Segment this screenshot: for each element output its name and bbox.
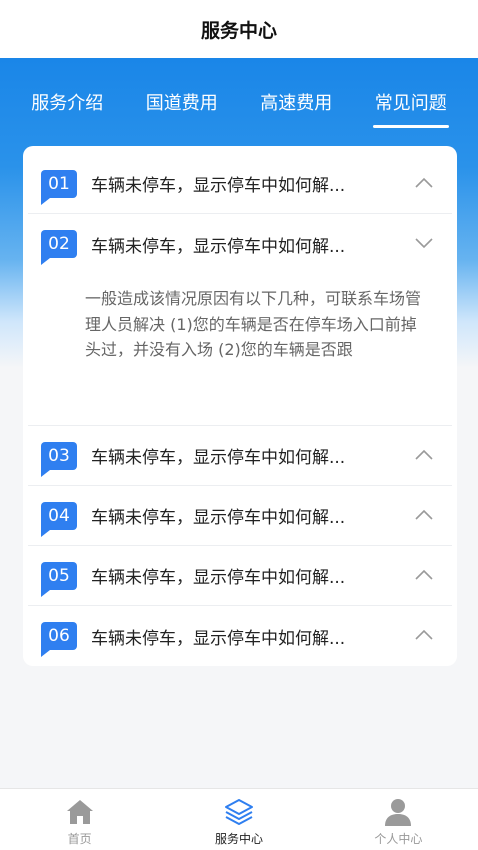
- bottom-tab-bar: 首页 服务中心 个人中心: [0, 788, 478, 850]
- tab-highway-fee[interactable]: 高速费用: [258, 80, 334, 130]
- layers-icon: [224, 799, 253, 825]
- header: 服务中心: [0, 0, 478, 58]
- tab-national-road-fee[interactable]: 国道费用: [144, 80, 220, 130]
- faq-card: 01 车辆未停车，显示停车中如何解... 02 车辆未停车，显示停车中如何解..…: [23, 146, 457, 666]
- page-title: 服务中心: [200, 19, 277, 42]
- faq-question: 车辆未停车，显示停车中如何解...: [91, 448, 346, 468]
- bottom-tab-profile[interactable]: 个人中心: [319, 789, 478, 850]
- home-icon: [66, 800, 93, 824]
- chevron-up-icon[interactable]: [414, 448, 434, 462]
- tab-service-intro[interactable]: 服务介绍: [29, 80, 105, 130]
- bottom-tab-label: 服务中心: [214, 832, 263, 846]
- chevron-down-icon[interactable]: [414, 236, 434, 250]
- tab-bar: 服务介绍 国道费用 高速费用 常见问题: [0, 80, 478, 130]
- bottom-tab-home[interactable]: 首页: [0, 789, 159, 850]
- faq-item[interactable]: 03 车辆未停车，显示停车中如何解...: [28, 426, 452, 486]
- faq-number-badge: 05: [41, 561, 77, 597]
- faq-answer: 一般造成该情况原因有以下几种，可联系车场管理人员解决 (1)您的车辆是否在停车场…: [28, 272, 452, 426]
- faq-number-badge: 01: [41, 169, 77, 205]
- faq-question: 车辆未停车，显示停车中如何解...: [91, 176, 346, 196]
- faq-question: 车辆未停车，显示停车中如何解...: [91, 628, 346, 649]
- faq-item-expanded[interactable]: 02 车辆未停车，显示停车中如何解...: [28, 214, 452, 274]
- faq-number-badge: 06: [41, 622, 77, 657]
- faq-item[interactable]: 04 车辆未停车，显示停车中如何解...: [28, 486, 452, 546]
- bottom-tab-label: 个人中心: [374, 832, 423, 846]
- chevron-up-icon[interactable]: [414, 176, 434, 190]
- user-icon: [385, 799, 412, 826]
- chevron-up-icon[interactable]: [414, 508, 434, 522]
- bottom-tab-service-center[interactable]: 服务中心: [159, 789, 318, 850]
- faq-number-badge: 03: [41, 441, 77, 477]
- faq-number-badge: 04: [41, 501, 77, 537]
- bottom-tab-label: 首页: [67, 832, 92, 846]
- faq-item[interactable]: 05 车辆未停车，显示停车中如何解...: [28, 546, 452, 606]
- faq-question: 车辆未停车，显示停车中如何解...: [91, 236, 346, 257]
- chevron-up-icon[interactable]: [414, 628, 434, 642]
- faq-item[interactable]: 01 车辆未停车，显示停车中如何解...: [28, 154, 452, 214]
- faq-number-badge: 02: [41, 230, 77, 265]
- chevron-up-icon[interactable]: [414, 568, 434, 582]
- faq-question: 车辆未停车，显示停车中如何解...: [91, 568, 346, 588]
- tab-faq[interactable]: 常见问题: [372, 80, 449, 130]
- faq-item[interactable]: 06 车辆未停车，显示停车中如何解...: [28, 606, 452, 666]
- faq-question: 车辆未停车，显示停车中如何解...: [91, 508, 346, 528]
